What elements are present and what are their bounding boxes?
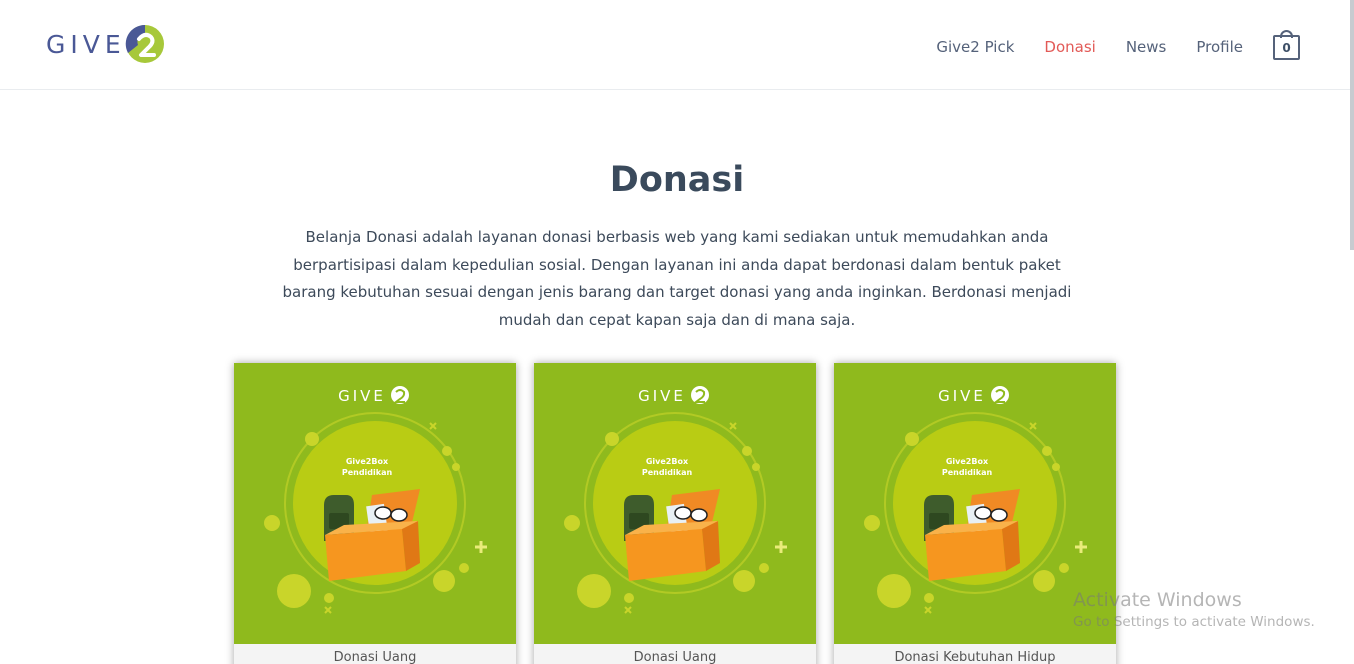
donation-card-label[interactable]: Donasi Uang bbox=[234, 650, 516, 664]
card-image-title: Give2Box bbox=[346, 457, 389, 466]
donation-card-list: GIVE Give2Box Pendidikan Donasi Uang GIV… bbox=[234, 363, 1134, 664]
card-image-subtitle: Pendidikan bbox=[942, 468, 993, 477]
main-nav: Give2 Pick Donasi News Profile 0 bbox=[906, 30, 1300, 60]
site-header: GIVE Give2 Pick Donasi News Profile 0 bbox=[0, 0, 1354, 90]
donation-card-label[interactable]: Donasi Kebutuhan Hidup bbox=[834, 650, 1116, 664]
card-image-title: Give2Box bbox=[646, 457, 689, 466]
donation-card[interactable]: GIVE Give2Box Pendidikan Donasi Uang bbox=[234, 363, 516, 664]
card-image-logo: GIVE bbox=[938, 387, 986, 405]
card-image-logo: GIVE bbox=[338, 387, 386, 405]
page-title: Donasi bbox=[609, 160, 745, 200]
logo-mark-icon bbox=[125, 24, 164, 63]
card-image-subtitle: Pendidikan bbox=[342, 468, 393, 477]
nav-give2-pick[interactable]: Give2 Pick bbox=[936, 37, 1014, 57]
card-image-logo: GIVE bbox=[638, 387, 686, 405]
card-image-title: Give2Box bbox=[946, 457, 989, 466]
nav-news[interactable]: News bbox=[1126, 37, 1167, 57]
site-logo[interactable]: GIVE bbox=[46, 22, 166, 66]
logo-text: GIVE bbox=[46, 29, 126, 59]
nav-profile[interactable]: Profile bbox=[1196, 37, 1243, 57]
cart-count: 0 bbox=[1273, 35, 1300, 60]
give2box-pendidikan-image: GIVE Give2Box Pendidikan bbox=[834, 363, 1116, 644]
give2box-pendidikan-image: GIVE Give2Box Pendidikan bbox=[234, 363, 516, 644]
page-intro: Belanja Donasi adalah layanan donasi ber… bbox=[282, 228, 1072, 329]
cart-button[interactable]: 0 bbox=[1273, 30, 1300, 60]
give2box-pendidikan-image: GIVE Give2Box Pendidikan bbox=[534, 363, 816, 644]
scrollbar-thumb[interactable] bbox=[1350, 0, 1354, 250]
donation-card-label[interactable]: Donasi Uang bbox=[534, 650, 816, 664]
card-image-subtitle: Pendidikan bbox=[642, 468, 693, 477]
donation-card[interactable]: GIVE Give2Box Pendidikan Donasi Uang bbox=[534, 363, 816, 664]
nav-donasi[interactable]: Donasi bbox=[1044, 37, 1095, 57]
donation-card[interactable]: GIVE Give2Box Pendidikan Donasi Kebutuha… bbox=[834, 363, 1116, 664]
